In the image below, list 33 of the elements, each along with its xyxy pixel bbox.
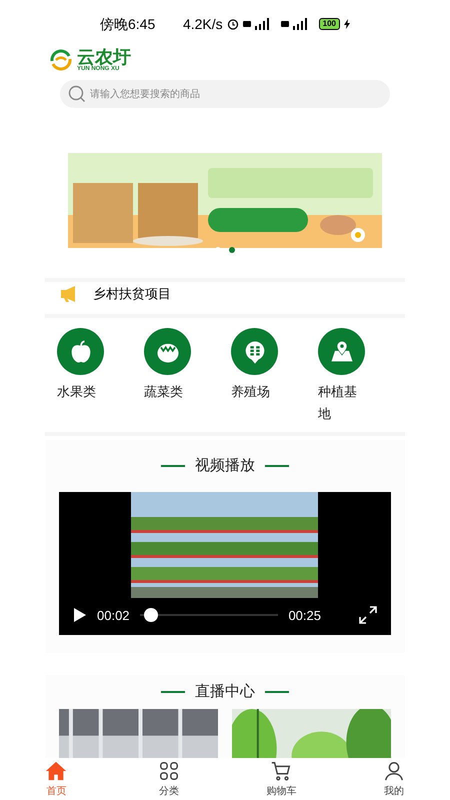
nav-tab[interactable]: 我的 bbox=[338, 758, 450, 800]
home-icon bbox=[45, 760, 68, 782]
logo-icon bbox=[49, 49, 73, 71]
fullscreen-icon[interactable] bbox=[359, 606, 377, 624]
nav-tab[interactable]: 分类 bbox=[112, 758, 225, 800]
user-icon bbox=[382, 760, 405, 782]
charging-icon bbox=[344, 19, 350, 29]
section-title: 视频播放 bbox=[195, 456, 255, 476]
alarm-icon bbox=[226, 18, 239, 30]
category-label[interactable]: 种植基地 bbox=[318, 381, 362, 425]
category-label[interactable]: 水果类 bbox=[57, 381, 101, 403]
category-button[interactable] bbox=[231, 328, 278, 375]
current-time: 00:02 bbox=[97, 606, 130, 624]
section-title: 直播中心 bbox=[195, 682, 255, 702]
section-title: 乡村扶贫项目 bbox=[93, 285, 171, 304]
logo-name: 云农圩 bbox=[77, 48, 131, 66]
category-button[interactable] bbox=[57, 328, 104, 375]
grid-icon bbox=[158, 760, 180, 782]
search-field[interactable]: 请输入您想要搜索的商品 bbox=[60, 80, 390, 108]
category-button[interactable] bbox=[318, 328, 365, 375]
category-label[interactable]: 养殖场 bbox=[231, 381, 275, 403]
nav-tab[interactable]: 购物车 bbox=[225, 758, 338, 800]
play-icon[interactable] bbox=[73, 607, 87, 624]
battery-indicator: 100 bbox=[318, 18, 340, 30]
cart-icon bbox=[270, 760, 292, 782]
category-label[interactable]: 蔬菜类 bbox=[144, 381, 188, 403]
network-speed: 4.2K/s bbox=[182, 14, 223, 34]
duration-time: 00:25 bbox=[288, 606, 321, 624]
search-icon bbox=[68, 85, 86, 103]
progress-thumb[interactable] bbox=[144, 608, 158, 622]
category-button[interactable] bbox=[144, 328, 191, 375]
video-player[interactable]: 00:02 00:25 bbox=[59, 492, 391, 635]
status-time: 傍晚6:45 bbox=[100, 14, 156, 34]
